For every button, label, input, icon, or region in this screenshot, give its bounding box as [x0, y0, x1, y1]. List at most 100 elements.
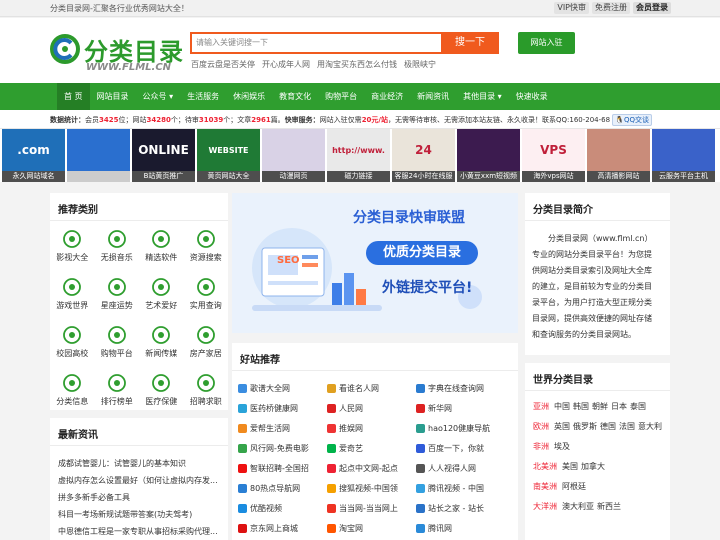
- site-link[interactable]: 推娱网: [327, 418, 416, 438]
- site-link[interactable]: 医药桥健康网: [238, 398, 327, 418]
- category-item[interactable]: 影视大全: [50, 224, 95, 270]
- banner-ad[interactable]: [67, 129, 130, 182]
- category-item[interactable]: 游戏世界: [50, 272, 95, 318]
- hot-keyword[interactable]: 用淘宝买东西怎么付钱: [317, 59, 397, 70]
- country-link[interactable]: 日本: [611, 402, 627, 411]
- nav-item-other[interactable]: 其他目录 ▾: [456, 83, 509, 110]
- banner-ad[interactable]: 24 客服24小时在线服: [392, 129, 455, 182]
- site-link[interactable]: 人民网: [327, 398, 416, 418]
- category-item[interactable]: 医疗保健: [139, 368, 184, 414]
- register-link[interactable]: 免费注册: [592, 2, 630, 14]
- category-item[interactable]: 分类信息: [50, 368, 95, 414]
- country-link[interactable]: 阿根廷: [562, 482, 586, 491]
- site-link[interactable]: 新华网: [416, 398, 512, 418]
- site-link[interactable]: 爱奇艺: [327, 438, 416, 458]
- site-link[interactable]: 爱帮生活网: [238, 418, 327, 438]
- region-link[interactable]: 欧洲: [533, 422, 549, 431]
- site-link[interactable]: 智联招聘-全国招: [238, 458, 327, 478]
- banner-ad[interactable]: 云服务平台主机: [652, 129, 715, 182]
- region-link[interactable]: 南美洲: [533, 482, 557, 491]
- category-item[interactable]: 排行榜单: [95, 368, 140, 414]
- login-link[interactable]: 会员登录: [633, 2, 671, 14]
- news-item[interactable]: 成都试管婴儿：试管婴儿的基本知识: [58, 455, 224, 472]
- category-item[interactable]: 艺术爱好: [139, 272, 184, 318]
- site-link[interactable]: 百度一下，你就: [416, 438, 512, 458]
- category-item[interactable]: 无损音乐: [95, 224, 140, 270]
- news-item[interactable]: 科目一考场新规试题带答案(功夫驾考): [58, 506, 224, 523]
- country-link[interactable]: 韩国: [573, 402, 589, 411]
- banner-ad[interactable]: 高清播影网站: [587, 129, 650, 182]
- category-item[interactable]: 星座运势: [95, 272, 140, 318]
- country-link[interactable]: 加拿大: [581, 462, 605, 471]
- nav-item-education[interactable]: 教育文化: [272, 83, 318, 110]
- news-item[interactable]: 虚拟内存怎么设置最好（如何让虚拟内存发...: [58, 472, 224, 489]
- banner-ad[interactable]: http://www. 磁力链接: [327, 129, 390, 182]
- region-link[interactable]: 北美洲: [533, 462, 557, 471]
- banner-ad[interactable]: .com 永久网站域名: [2, 129, 65, 182]
- nav-item-fast-listing[interactable]: 快速收录: [509, 83, 555, 110]
- category-item[interactable]: 购物平台: [95, 320, 140, 366]
- nav-item-news[interactable]: 新闻资讯: [410, 83, 456, 110]
- site-link[interactable]: 字典在线查询网: [416, 378, 512, 398]
- site-link[interactable]: 腾讯网: [416, 518, 512, 538]
- site-link[interactable]: 当当网-当当网上: [327, 498, 416, 518]
- country-link[interactable]: 中国: [554, 402, 570, 411]
- category-item[interactable]: 新闻传媒: [139, 320, 184, 366]
- category-item[interactable]: 招聘求职: [184, 368, 229, 414]
- banner-ad[interactable]: ONLINE B站黄页推广: [132, 129, 195, 182]
- country-link[interactable]: 澳大利亚: [562, 502, 594, 511]
- search-input[interactable]: 请输入关键词搜一下: [190, 32, 442, 54]
- site-link[interactable]: 淘宝网: [327, 518, 416, 538]
- nav-item-life[interactable]: 生活服务: [180, 83, 226, 110]
- country-link[interactable]: 美国: [562, 462, 578, 471]
- news-item[interactable]: 拼多多新手必备工具: [58, 489, 224, 506]
- category-item[interactable]: 精选软件: [139, 224, 184, 270]
- site-link[interactable]: 站长之家 - 站长: [416, 498, 512, 518]
- news-item[interactable]: 中恩德信工程是一家专职从事招标采购代理...: [58, 523, 224, 540]
- region-link[interactable]: 非洲: [533, 442, 549, 451]
- nav-item-shopping[interactable]: 购物平台: [318, 83, 364, 110]
- country-link[interactable]: 朝鲜: [592, 402, 608, 411]
- site-link[interactable]: 搜狐视频-中国领: [327, 478, 416, 498]
- site-link[interactable]: 看谁名人网: [327, 378, 416, 398]
- join-site-button[interactable]: 网站入驻: [518, 32, 575, 54]
- banner-ad[interactable]: WEBSITE 黄页网站大全: [197, 129, 260, 182]
- country-link[interactable]: 意大利: [638, 422, 662, 431]
- country-link[interactable]: 英国: [554, 422, 570, 431]
- qq-chat-button[interactable]: 🐧QQ交谈: [612, 114, 653, 126]
- site-link[interactable]: 人人视得人网: [416, 458, 512, 478]
- vip-review-link[interactable]: VIP快审: [554, 2, 589, 14]
- category-item[interactable]: 房产家居: [184, 320, 229, 366]
- category-item[interactable]: 实用查询: [184, 272, 229, 318]
- nav-item-official-account[interactable]: 公众号 ▾: [136, 83, 181, 110]
- banner-ad[interactable]: 动漫网页: [262, 129, 325, 182]
- nav-item-home[interactable]: 首 页: [57, 83, 90, 110]
- site-link[interactable]: 80热点导航网: [238, 478, 327, 498]
- site-link[interactable]: 风行网-免费电影: [238, 438, 327, 458]
- country-link[interactable]: 泰国: [630, 402, 646, 411]
- country-link[interactable]: 俄罗斯: [573, 422, 597, 431]
- banner-ad[interactable]: VPS 海外vps网站: [522, 129, 585, 182]
- hot-keyword[interactable]: 开心成年人网: [262, 59, 310, 70]
- category-item[interactable]: 资源搜索: [184, 224, 229, 270]
- site-link[interactable]: hao120健康导航: [416, 418, 512, 438]
- site-link[interactable]: 起点中文网-起点: [327, 458, 416, 478]
- nav-item-directory[interactable]: 网站目录: [90, 83, 136, 110]
- region-link[interactable]: 大洋洲: [533, 502, 557, 511]
- banner-ad[interactable]: 小黄豆xxm短视频: [457, 129, 520, 182]
- site-link[interactable]: 京东网上商城: [238, 518, 327, 538]
- site-link[interactable]: 歌谱大全网: [238, 378, 327, 398]
- site-logo[interactable]: 分类目录 WWW.FLML.CN: [50, 32, 183, 82]
- search-button[interactable]: 搜一下: [441, 32, 499, 54]
- site-link[interactable]: 优酷视频: [238, 498, 327, 518]
- country-link[interactable]: 新西兰: [597, 502, 621, 511]
- hot-keyword[interactable]: 极限峡宁: [404, 59, 436, 70]
- region-link[interactable]: 亚洲: [533, 402, 549, 411]
- nav-item-business[interactable]: 商业经济: [364, 83, 410, 110]
- category-item[interactable]: 校园高校: [50, 320, 95, 366]
- country-link[interactable]: 法国: [619, 422, 635, 431]
- site-link[interactable]: 腾讯视频 - 中国: [416, 478, 512, 498]
- country-link[interactable]: 埃及: [554, 442, 570, 451]
- hot-keyword[interactable]: 百度云盘是否关停: [191, 59, 255, 70]
- ad-banner[interactable]: SEO 分类目录快审联盟 优质分类目录 外链提交平台!: [232, 193, 518, 333]
